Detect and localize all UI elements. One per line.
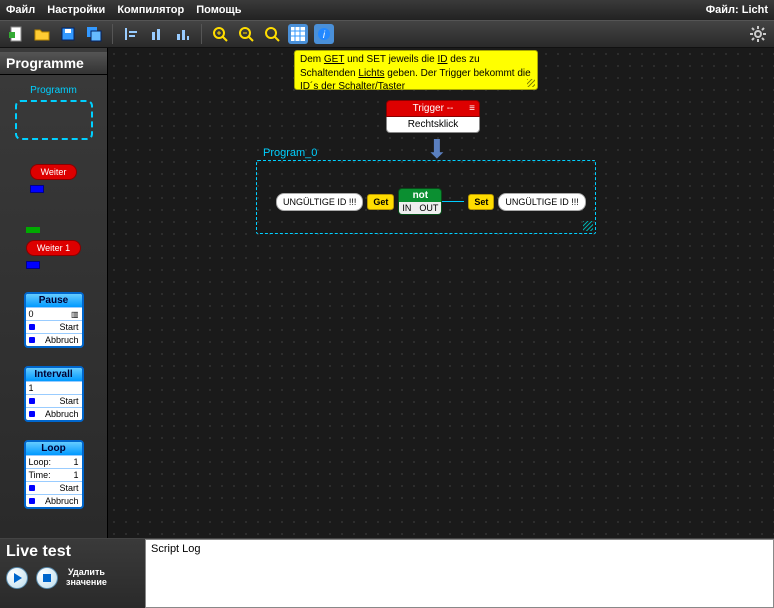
intervall-value: 1 [29, 383, 34, 393]
loop-start: Start [59, 483, 78, 493]
pause-header: Pause [26, 294, 82, 307]
toolbar: i [0, 20, 774, 48]
menu-file[interactable]: Файл [6, 4, 35, 16]
not-in: IN [402, 203, 411, 213]
canvas[interactable]: Dem GET und SET jeweils die ID des zu Sc… [108, 48, 774, 538]
delete-value-button[interactable]: Удалитьзначение [66, 568, 107, 588]
loop-header: Loop [26, 442, 82, 455]
open-file-label: Файл: Licht [706, 4, 768, 16]
pause-value: 0 [29, 309, 34, 319]
trigger-menu-icon[interactable]: ≡ [469, 103, 475, 114]
loop-loop-label: Loop: [29, 457, 52, 467]
pause-abbruch: Abbruch [45, 335, 79, 345]
palette-loop[interactable]: Loop Loop: 1 Time: 1 Start Abbruch [24, 440, 84, 509]
note-resize-handle[interactable] [527, 79, 535, 87]
palette-weiter1[interactable]: Weiter 1 [26, 220, 81, 274]
bottom-panel: Live test Удалитьзначение Script Log [0, 538, 774, 608]
loop-time-label: Time: [29, 470, 51, 480]
zoom-fit-icon[interactable] [262, 24, 282, 44]
set-chip[interactable]: Set [468, 194, 494, 210]
align-left-icon[interactable] [121, 24, 141, 44]
palette-programm-label: Programm [15, 85, 93, 96]
comment-note[interactable]: Dem GET und SET jeweils die ID des zu Sc… [294, 50, 538, 90]
not-header: not [399, 189, 441, 202]
live-test-panel: Live test Удалитьзначение [0, 539, 145, 608]
save-all-icon[interactable] [84, 24, 104, 44]
weiter-port-icon [30, 185, 44, 193]
live-test-title: Live test [6, 543, 139, 561]
trigger-sub: Rechtsklick [386, 117, 480, 133]
not-node[interactable]: not IN OUT [398, 188, 442, 215]
script-log[interactable]: Script Log [145, 539, 774, 608]
wire [442, 201, 464, 202]
program-resize-handle[interactable] [583, 221, 593, 231]
set-id-field[interactable]: UNGÜLTIGE ID !!! [498, 193, 585, 211]
trigger-title: Trigger -- [413, 103, 454, 114]
trigger-node[interactable]: Trigger -- ≡ Rechtsklick [386, 100, 480, 133]
pause-start: Start [59, 322, 78, 332]
bars-icon[interactable] [147, 24, 167, 44]
stop-button[interactable] [36, 567, 58, 589]
weiter-chip[interactable]: Weiter [30, 164, 78, 180]
flow-row: UNGÜLTIGE ID !!! Get not IN OUT Set UNGÜL… [276, 188, 586, 215]
get-id-field[interactable]: UNGÜLTIGE ID !!! [276, 193, 363, 211]
loop-loop-val: 1 [73, 457, 78, 467]
intervall-abbruch: Abbruch [45, 409, 79, 419]
grid-toggle-icon[interactable] [288, 24, 308, 44]
palette-programm-box[interactable] [15, 100, 93, 140]
loop-abbruch: Abbruch [45, 496, 79, 506]
save-icon[interactable] [58, 24, 78, 44]
sidebar-title: Programme [0, 52, 107, 75]
menubar: Файл Настройки Компилятор Помощь Файл: L… [0, 0, 774, 20]
info-icon[interactable]: i [314, 24, 334, 44]
weiter1-port2-icon [26, 261, 40, 269]
menu-help[interactable]: Помощь [196, 4, 241, 16]
sidebar: Programme Programm Weiter Weiter 1 Pause… [0, 48, 108, 538]
new-file-icon[interactable] [6, 24, 26, 44]
open-folder-icon[interactable] [32, 24, 52, 44]
intervall-header: Intervall [26, 368, 82, 381]
play-button[interactable] [6, 567, 28, 589]
zoom-out-icon[interactable] [236, 24, 256, 44]
loop-time-val: 1 [73, 470, 78, 480]
get-chip[interactable]: Get [367, 194, 394, 210]
menu-compiler[interactable]: Компилятор [117, 4, 184, 16]
program-title: Program_0 [263, 147, 317, 159]
zoom-in-icon[interactable] [210, 24, 230, 44]
palette-pause[interactable]: Pause 0▥ Start Abbruch [24, 292, 84, 348]
gear-icon[interactable] [748, 24, 768, 44]
palette-weiter[interactable]: Weiter [30, 162, 78, 198]
menu-settings[interactable]: Настройки [47, 4, 105, 16]
not-out: OUT [419, 203, 438, 213]
bars2-icon[interactable] [173, 24, 193, 44]
palette-programm[interactable]: Programm [15, 85, 93, 140]
intervall-start: Start [59, 396, 78, 406]
palette-intervall[interactable]: Intervall 1 Start Abbruch [24, 366, 84, 422]
weiter1-port-icon [26, 227, 40, 233]
weiter1-chip[interactable]: Weiter 1 [26, 240, 81, 256]
